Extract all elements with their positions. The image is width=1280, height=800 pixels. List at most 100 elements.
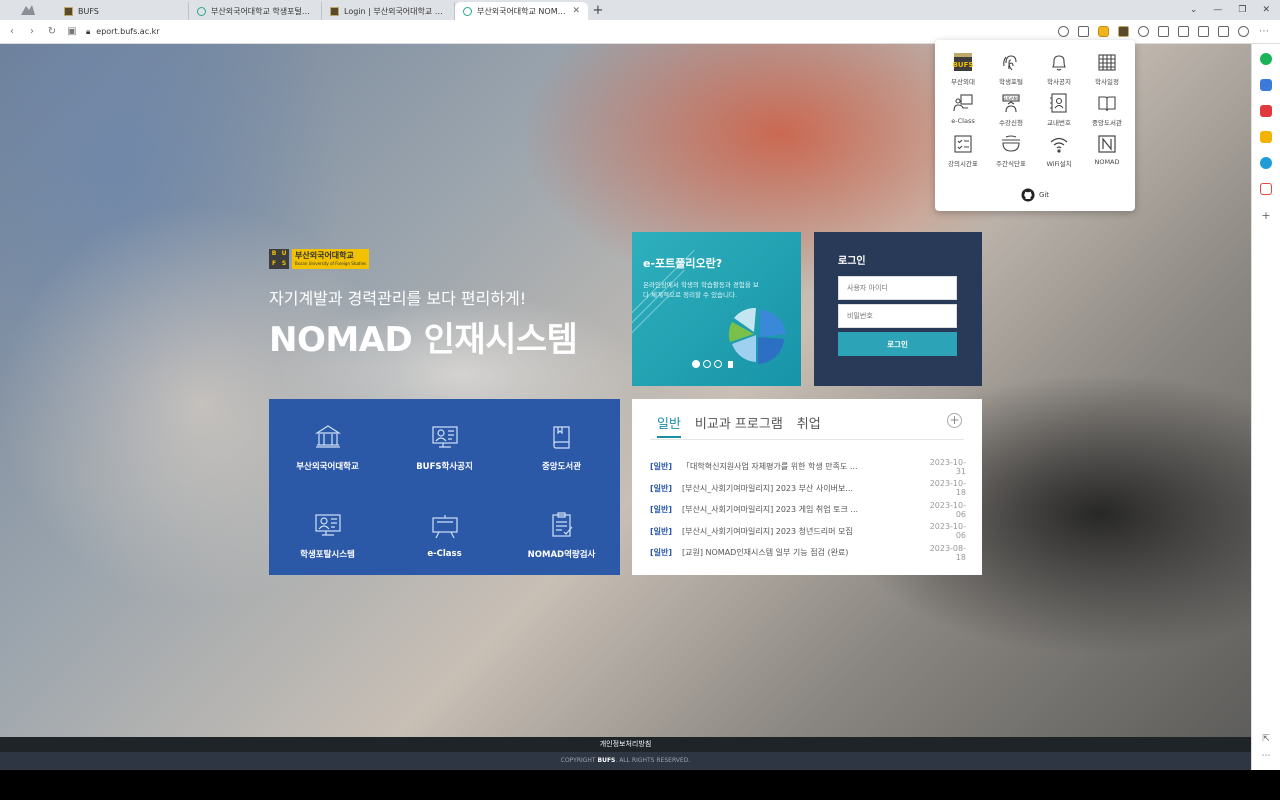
- puzzle-extension-icon[interactable]: [1138, 26, 1149, 37]
- pause-icon[interactable]: [728, 360, 733, 368]
- split-view-icon[interactable]: [1218, 26, 1229, 37]
- book-icon: [552, 426, 570, 449]
- quick-link-notice[interactable]: BUFS학사공지: [386, 399, 503, 487]
- quick-link-library[interactable]: 중앙도서관: [503, 399, 620, 487]
- tools-icon[interactable]: [1260, 79, 1272, 91]
- svg-text:BUFS: BUFS: [953, 61, 974, 69]
- tab-general[interactable]: 일반: [657, 413, 681, 438]
- bufs-extension-icon[interactable]: [1118, 26, 1129, 37]
- profile-avatar-icon[interactable]: [1238, 26, 1249, 37]
- restore-icon[interactable]: ❐: [1238, 5, 1246, 15]
- open-book-icon: [1098, 96, 1116, 112]
- svg-text:SUGANG: SUGANG: [1002, 96, 1019, 101]
- browser-logo-icon[interactable]: [0, 0, 56, 20]
- calendar-icon: [1098, 54, 1116, 71]
- quick-link-university[interactable]: 부산외국어대학교: [269, 399, 386, 487]
- add-sidebar-app-icon[interactable]: +: [1261, 209, 1270, 222]
- notice-title[interactable]: [부산시_사회기여마일리지] 2023 부산 사이버보...: [682, 483, 920, 494]
- popup-item-timetable[interactable]: 강의시간표: [939, 133, 987, 168]
- bufs-favicon-icon: [330, 6, 339, 16]
- notice-category: [일반]: [650, 526, 673, 536]
- tab-nomad-active[interactable]: 부산외국어대학교 NOMAD인재시스 ✕: [455, 2, 588, 20]
- pocket-icon[interactable]: [1260, 105, 1272, 117]
- bufs-logo-mark: BU FS: [269, 249, 289, 269]
- quick-link-eclass[interactable]: e-Class: [386, 487, 503, 575]
- bell-icon: [1052, 55, 1066, 71]
- popup-item-student-portal[interactable]: 학생포털: [987, 51, 1035, 86]
- quick-link-student-portal[interactable]: 학생포탈시스템: [269, 487, 386, 575]
- login-button[interactable]: 로그인: [838, 332, 957, 356]
- quick-link-nomad-test[interactable]: NOMAD역량검사: [503, 487, 620, 575]
- popup-item-sugang[interactable]: SUGANG 수강신청: [987, 92, 1035, 127]
- url-field[interactable]: 🔒︎ eport.bufs.ac.kr: [86, 23, 1050, 41]
- tab-search-icon[interactable]: ⌄: [1190, 5, 1198, 15]
- easel-icon: [431, 515, 458, 539]
- new-tab-button[interactable]: +: [588, 2, 608, 20]
- download-icon[interactable]: [1158, 26, 1169, 37]
- notice-row[interactable]: [일반] [부산시_사회기여마일리지] 2023 청년드리머 모집 2023-1…: [650, 521, 966, 543]
- privacy-policy-link[interactable]: 개인정보처리방침: [0, 737, 1251, 752]
- sidebar-settings-icon[interactable]: ⋯: [1262, 751, 1271, 761]
- screenshot-icon[interactable]: [1198, 26, 1209, 37]
- eportfolio-banner[interactable]: e-포트폴리오란? 온라인상에서 학생의 학습활동과 경험을 보다 체계적으로 …: [632, 232, 801, 386]
- tab-login[interactable]: Login | 부산외국어대학교 수강신청: [322, 2, 455, 20]
- notice-date: 2023-10-18: [929, 479, 966, 498]
- drawing-pen-icon[interactable]: [1260, 183, 1272, 195]
- notice-row[interactable]: [일반] [교원] NOMAD인재시스템 일부 기능 점검 (완료) 2023-…: [650, 542, 966, 564]
- copilot-icon[interactable]: [1260, 53, 1272, 65]
- tab-employment[interactable]: 취업: [797, 413, 821, 438]
- notice-title[interactable]: [교원] NOMAD인재시스템 일부 기능 점검 (완료): [682, 547, 920, 558]
- tab-bufs[interactable]: BUFS: [56, 2, 189, 20]
- tab-extracurricular[interactable]: 비교과 프로그램: [695, 413, 783, 438]
- password-input[interactable]: [838, 304, 957, 328]
- popup-item-library[interactable]: 중앙도서관: [1083, 92, 1131, 127]
- popup-item-wifi[interactable]: WiFi설치: [1035, 133, 1083, 168]
- favorites-star-icon[interactable]: [1260, 131, 1272, 143]
- pie-illustration-icon: [728, 307, 786, 364]
- more-plus-icon[interactable]: +: [947, 413, 962, 428]
- decorative-stripe: [632, 289, 675, 376]
- lock-icon: 🔒︎: [86, 26, 91, 36]
- popup-item-nomad[interactable]: NOMAD: [1083, 133, 1131, 168]
- carousel-dot-2[interactable]: [703, 360, 711, 368]
- login-panel: 로그인 로그인: [814, 232, 982, 386]
- taskbar-area: [0, 770, 1280, 800]
- browser-tab-strip: BUFS 부산외국어대학교 학생포털시스 Login | 부산외국어대학교 수강…: [0, 0, 1280, 20]
- sugang-icon: SUGANG: [1002, 94, 1020, 113]
- back-icon[interactable]: ‹: [6, 26, 18, 37]
- notice-title[interactable]: 「대학혁신지원사업 자체평가를 위한 학생 만족도 ...: [682, 461, 920, 472]
- more-menu-icon[interactable]: ⋯: [1258, 26, 1270, 37]
- notice-row[interactable]: [일반] [부산시_사회기여마일리지] 2023 게임 취업 토크 ... 20…: [650, 499, 966, 521]
- notice-title[interactable]: [부산시_사회기여마일리지] 2023 청년드리머 모집: [682, 526, 920, 537]
- popup-item-eclass[interactable]: e-Class: [939, 92, 987, 127]
- popup-item-calendar[interactable]: 학사일정: [1083, 51, 1131, 86]
- minimize-icon[interactable]: —: [1213, 5, 1222, 15]
- popup-item-notice[interactable]: 학사공지: [1035, 51, 1083, 86]
- edge-icon[interactable]: [1260, 157, 1272, 169]
- notice-title[interactable]: [부산시_사회기여마일리지] 2023 게임 취업 토크 ...: [682, 504, 920, 515]
- bufs-logo[interactable]: BU FS 부산외국어대학교 Busan University of Forei…: [269, 249, 370, 269]
- checklist-icon: [551, 512, 572, 537]
- key-icon[interactable]: [1058, 26, 1069, 37]
- popup-item-git[interactable]: Git: [935, 188, 1135, 202]
- tab-student-portal[interactable]: 부산외국어대학교 학생포털시스: [189, 2, 322, 20]
- reload-icon[interactable]: ↻: [46, 26, 58, 37]
- username-input[interactable]: [838, 276, 957, 300]
- bufs-extension-popup: BUFS 부산외대 학생포털 학사공지 학사일정 e-Class SUGANG …: [935, 40, 1135, 211]
- notice-row[interactable]: [일반] [부산시_사회기여마일리지] 2023 부산 사이버보... 2023…: [650, 478, 966, 500]
- close-tab-icon[interactable]: ✕: [572, 6, 580, 16]
- notice-row[interactable]: [일반] 「대학혁신지원사업 자체평가를 위한 학생 만족도 ... 2023-…: [650, 456, 966, 478]
- notice-tabs: 일반 비교과 프로그램 취업: [657, 413, 821, 438]
- reader-icon[interactable]: ▣: [66, 26, 78, 37]
- popup-item-contacts[interactable]: 교내번호: [1035, 92, 1083, 127]
- popup-item-meal[interactable]: 주간식단표: [987, 133, 1035, 168]
- open-external-icon[interactable]: ⇱: [1262, 734, 1270, 744]
- popup-item-bufs[interactable]: BUFS 부산외대: [939, 51, 987, 86]
- share-icon[interactable]: [1078, 26, 1089, 37]
- close-window-icon[interactable]: ✕: [1262, 5, 1270, 15]
- favorites-extension-icon[interactable]: [1098, 26, 1109, 37]
- collections-icon[interactable]: [1178, 26, 1189, 37]
- carousel-dot-3[interactable]: [714, 360, 722, 368]
- forward-icon[interactable]: ›: [26, 26, 38, 37]
- carousel-dot-1[interactable]: [692, 360, 700, 368]
